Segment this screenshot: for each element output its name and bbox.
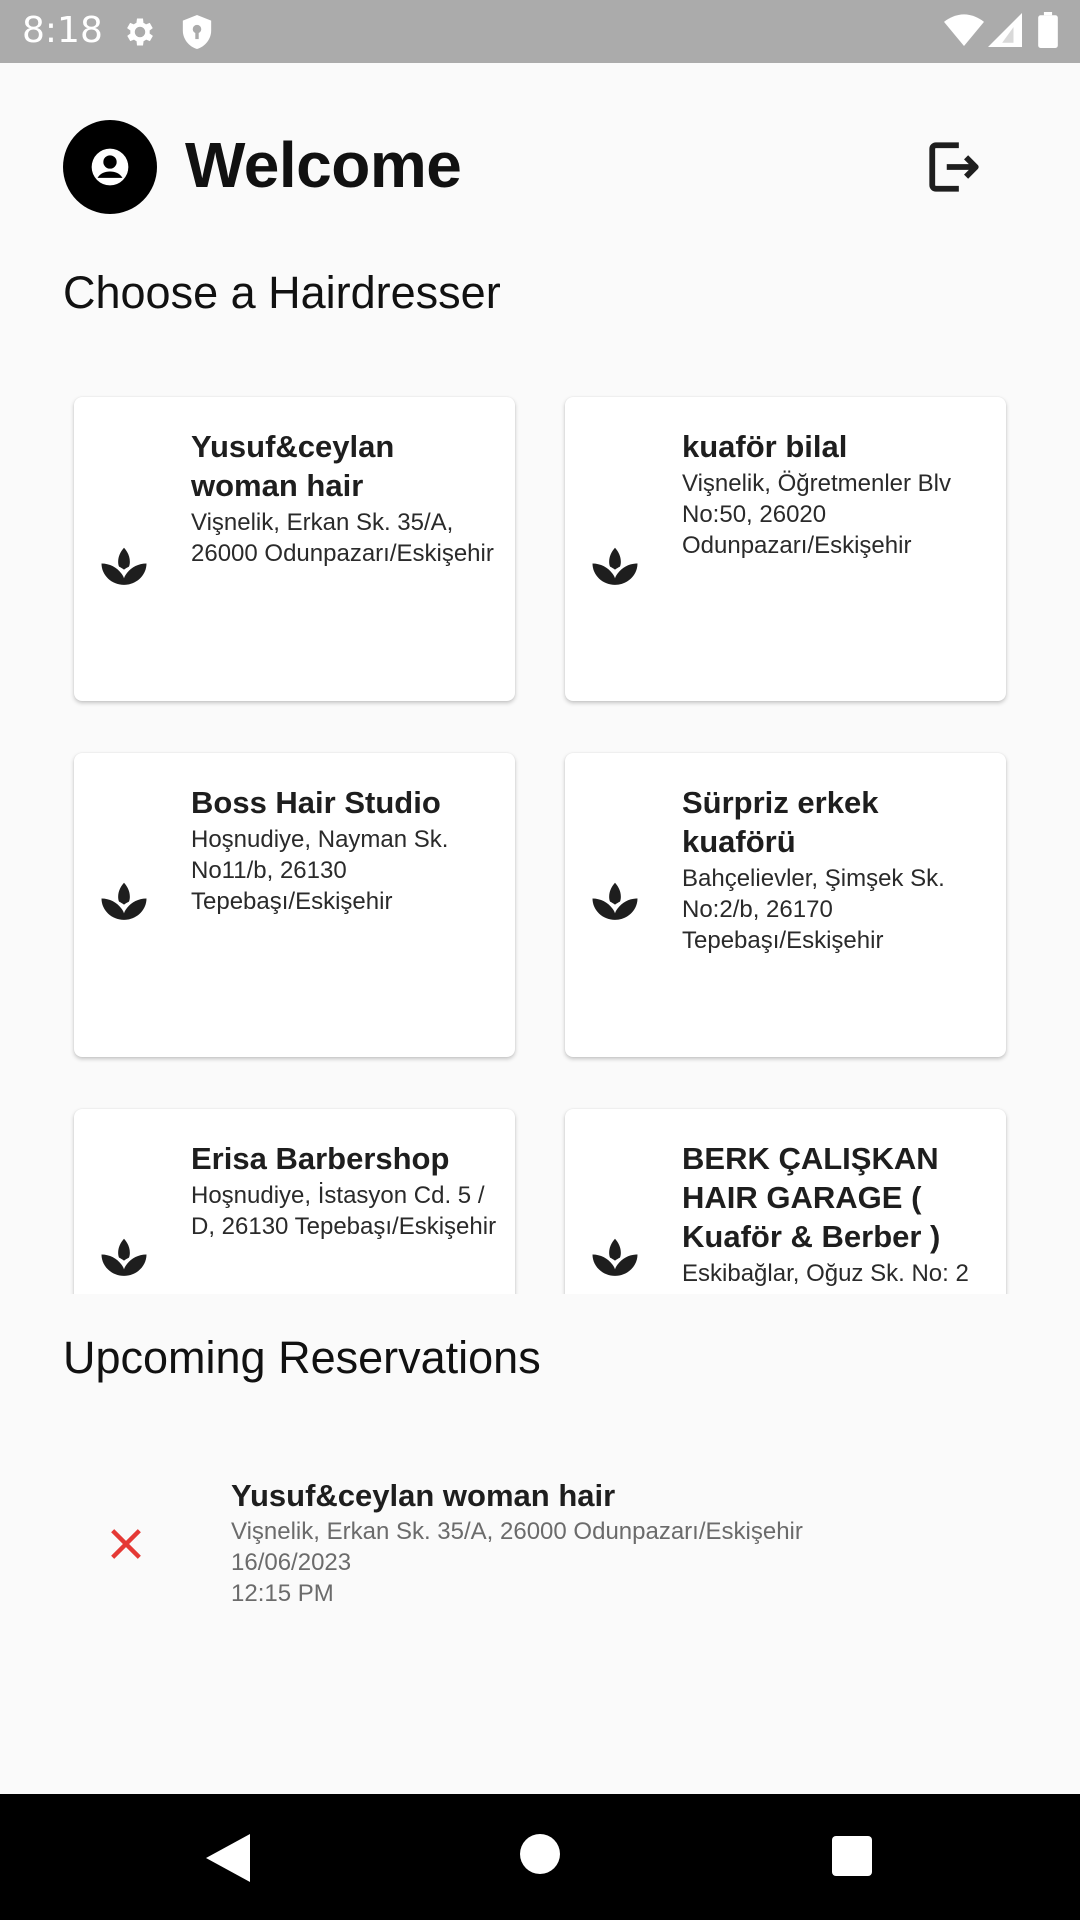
- hairdresser-name: Sürpriz erkek kuaförü: [682, 785, 879, 859]
- signal-icon: [988, 13, 1022, 47]
- spa-icon: [592, 547, 638, 585]
- back-icon[interactable]: [206, 1834, 250, 1882]
- hairdresser-card[interactable]: Erisa Barbershop Hoşnudiye, İstasyon Cd.…: [74, 1109, 515, 1294]
- hairdresser-address: Hoşnudiye, Nayman Sk. No11/b, 26130 Tepe…: [191, 826, 449, 915]
- reservation-address: Vişnelik, Erkan Sk. 35/A, 26000 Odunpaza…: [231, 1518, 803, 1545]
- wifi-icon: [944, 14, 984, 47]
- hairdresser-card[interactable]: kuaför bilal Vişnelik, Öğretmenler Blv N…: [565, 397, 1006, 701]
- battery-icon: [1038, 12, 1058, 48]
- hairdresser-address: Vişnelik, Öğretmenler Blv No:50, 26020 O…: [682, 470, 951, 559]
- avatar[interactable]: [63, 120, 157, 214]
- hairdresser-card[interactable]: Boss Hair Studio Hoşnudiye, Nayman Sk. N…: [74, 753, 515, 1057]
- recents-icon[interactable]: [832, 1836, 872, 1876]
- reservation-name: Yusuf&ceylan woman hair: [231, 1478, 616, 1513]
- logout-icon[interactable]: [925, 138, 983, 196]
- status-time: 8:18: [22, 10, 103, 51]
- gear-icon: [127, 18, 153, 46]
- hairdresser-name: BERK ÇALIŞKAN HAIR GARAGE ( Kuaför & Ber…: [682, 1141, 941, 1254]
- hairdresser-grid[interactable]: Yusuf&ceylan woman hair Vişnelik, Erkan …: [0, 378, 1080, 1294]
- hairdresser-address: Vişnelik, Erkan Sk. 35/A, 26000 Odunpaza…: [191, 509, 494, 567]
- hairdresser-name: Yusuf&ceylan woman hair: [191, 429, 395, 503]
- hairdresser-card[interactable]: Yusuf&ceylan woman hair Vişnelik, Erkan …: [74, 397, 515, 701]
- page-title: Welcome: [185, 129, 462, 201]
- spa-icon: [592, 882, 638, 920]
- hairdresser-name: kuaför bilal: [682, 429, 848, 464]
- spa-icon: [101, 547, 147, 585]
- account-circle-icon: [91, 148, 129, 186]
- reservation-time: 12:15 PM: [231, 1580, 334, 1607]
- status-bar: 8:18: [0, 0, 1080, 63]
- reservation-date: 16/06/2023: [231, 1549, 352, 1576]
- hairdresser-card[interactable]: BERK ÇALIŞKAN HAIR GARAGE ( Kuaför & Ber…: [565, 1109, 1006, 1294]
- hairdresser-address: Bahçelievler, Şimşek Sk. No:2/b, 26170 T…: [682, 865, 945, 954]
- hairdresser-address: Eskibağlar, Oğuz Sk. No: 2 C, 26170 Tepe…: [682, 1260, 987, 1294]
- home-icon[interactable]: [520, 1834, 560, 1874]
- hairdresser-name: Boss Hair Studio: [191, 785, 441, 820]
- hairdresser-card[interactable]: Sürpriz erkek kuaförü Bahçelievler, Şimş…: [565, 753, 1006, 1057]
- spa-icon: [101, 882, 147, 920]
- close-icon[interactable]: [106, 1524, 146, 1564]
- hairdresser-name: Erisa Barbershop: [191, 1141, 450, 1176]
- hairdresser-address: Hoşnudiye, İstasyon Cd. 5 / D, 26130 Tep…: [191, 1182, 497, 1240]
- hairdresser-section-title: Choose a Hairdresser: [63, 267, 501, 318]
- spa-icon: [101, 1238, 147, 1276]
- navigation-bar: [0, 1794, 1080, 1920]
- shield-icon: [182, 15, 212, 49]
- spa-icon: [592, 1238, 638, 1276]
- reservations-section-title: Upcoming Reservations: [63, 1332, 541, 1383]
